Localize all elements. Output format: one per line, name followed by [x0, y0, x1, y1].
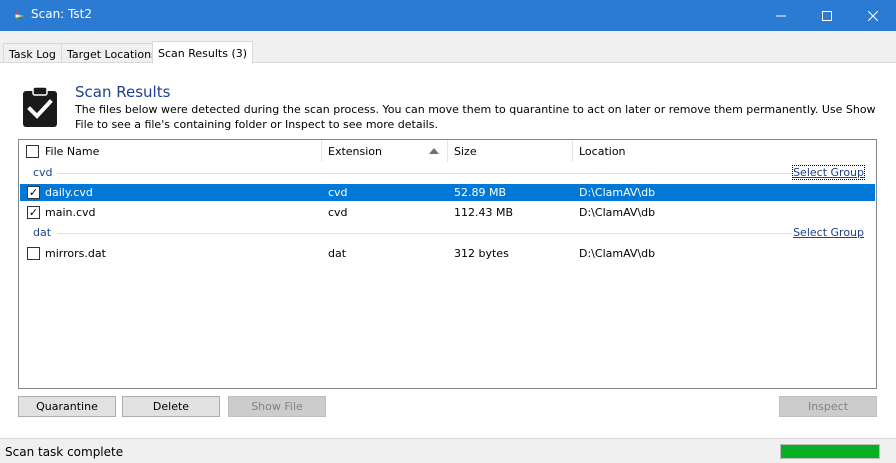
- file-size: 112.43 MB: [454, 206, 514, 219]
- window-title: Scan: Tst2: [31, 7, 92, 21]
- row-checkbox[interactable]: ✓: [27, 186, 40, 199]
- page-title: Scan Results: [75, 83, 171, 101]
- column-file-name[interactable]: File Name: [39, 140, 321, 162]
- column-size[interactable]: Size: [448, 140, 572, 162]
- row-checkbox[interactable]: ✓: [27, 206, 40, 219]
- column-location[interactable]: Location: [573, 140, 873, 162]
- maximize-icon: [822, 10, 832, 21]
- close-button[interactable]: [850, 0, 896, 31]
- group-header-cvd: cvd: [33, 166, 53, 179]
- show-file-button[interactable]: Show File: [228, 396, 326, 417]
- file-extension: cvd: [328, 186, 348, 199]
- scan-progress-bar: [780, 444, 880, 459]
- file-extension: cvd: [328, 206, 348, 219]
- progress-fill: [781, 445, 879, 458]
- file-size: 312 bytes: [454, 247, 509, 260]
- table-row[interactable]: mirrors.dat dat 312 bytes D:\ClamAV\db: [20, 245, 875, 262]
- app-icon: [10, 9, 24, 23]
- select-group-cvd-link[interactable]: Select Group: [792, 165, 865, 180]
- quarantine-button[interactable]: Quarantine: [18, 396, 116, 417]
- maximize-button[interactable]: [804, 0, 850, 31]
- file-location: D:\ClamAV\db: [579, 186, 656, 199]
- row-checkbox[interactable]: [27, 247, 40, 260]
- status-bar: Scan task complete: [0, 438, 896, 463]
- table-row[interactable]: ✓ main.cvd cvd 112.43 MB D:\ClamAV\db: [20, 204, 875, 221]
- page-description: The files below were detected during the…: [75, 103, 876, 131]
- clipboard-check-icon: [23, 86, 57, 127]
- file-size: 52.89 MB: [454, 186, 507, 199]
- title-bar: Scan: Tst2: [0, 0, 896, 31]
- minimize-button[interactable]: [758, 0, 804, 31]
- select-group-dat-link[interactable]: Select Group: [793, 226, 864, 239]
- table-row[interactable]: ✓ daily.cvd cvd 52.89 MB D:\ClamAV\db: [20, 184, 875, 201]
- close-icon: [868, 10, 878, 21]
- file-location: D:\ClamAV\db: [579, 206, 656, 219]
- group-divider: [57, 233, 792, 234]
- file-name: mirrors.dat: [45, 247, 106, 260]
- tab-target-locations[interactable]: Target Locations: [61, 43, 163, 64]
- file-name: main.cvd: [45, 206, 96, 219]
- minimize-icon: [776, 15, 786, 16]
- group-divider: [57, 173, 792, 174]
- tab-scan-results[interactable]: Scan Results (3): [152, 41, 254, 64]
- file-name: daily.cvd: [45, 186, 93, 199]
- select-all-checkbox[interactable]: [26, 145, 39, 158]
- results-list[interactable]: File Name Extension Size Location cvd Se…: [18, 139, 877, 389]
- file-extension: dat: [328, 247, 347, 260]
- delete-button[interactable]: Delete: [122, 396, 220, 417]
- inspect-button[interactable]: Inspect: [779, 396, 877, 417]
- group-header-dat: dat: [33, 226, 52, 239]
- tab-task-log[interactable]: Task Log: [3, 43, 62, 64]
- sort-ascending-icon: [429, 148, 439, 154]
- status-text: Scan task complete: [5, 445, 124, 459]
- file-location: D:\ClamAV\db: [579, 247, 656, 260]
